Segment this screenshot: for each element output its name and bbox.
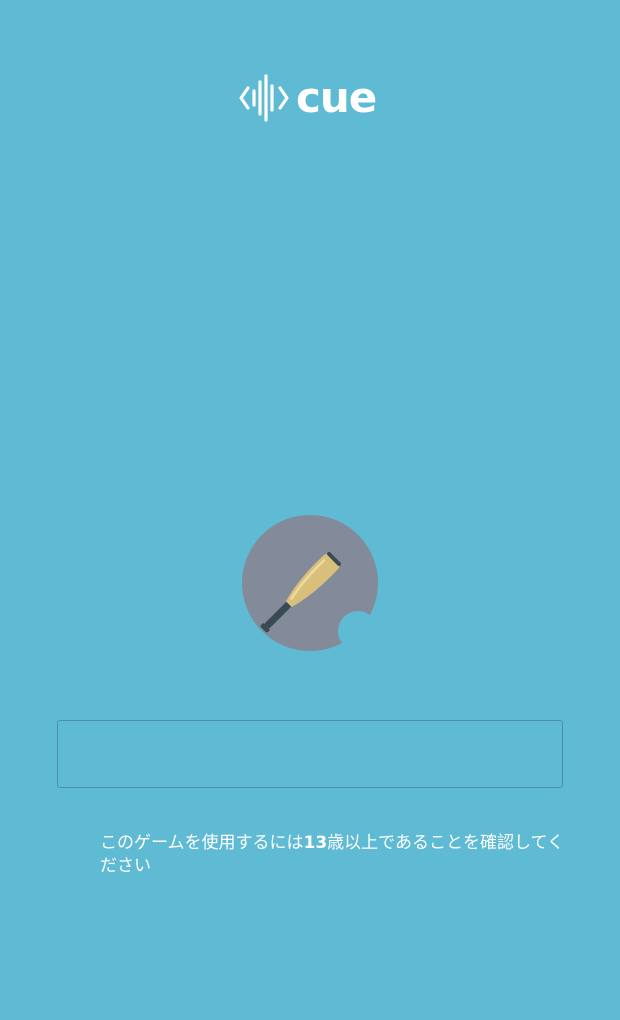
logo-wordmark: cue (296, 73, 377, 122)
audio-wave-brackets-icon (239, 74, 289, 122)
age-confirmation-input[interactable] (57, 720, 563, 788)
avatar[interactable] (242, 515, 378, 651)
notice-text-before: このゲームを使用するには (100, 833, 304, 853)
app-logo: cue (238, 72, 377, 124)
minimum-age: 13 (303, 833, 328, 853)
baseball-bat-icon (242, 515, 378, 651)
age-requirement-notice: このゲームを使用するには13歳以上であることを確認してください (100, 832, 570, 878)
